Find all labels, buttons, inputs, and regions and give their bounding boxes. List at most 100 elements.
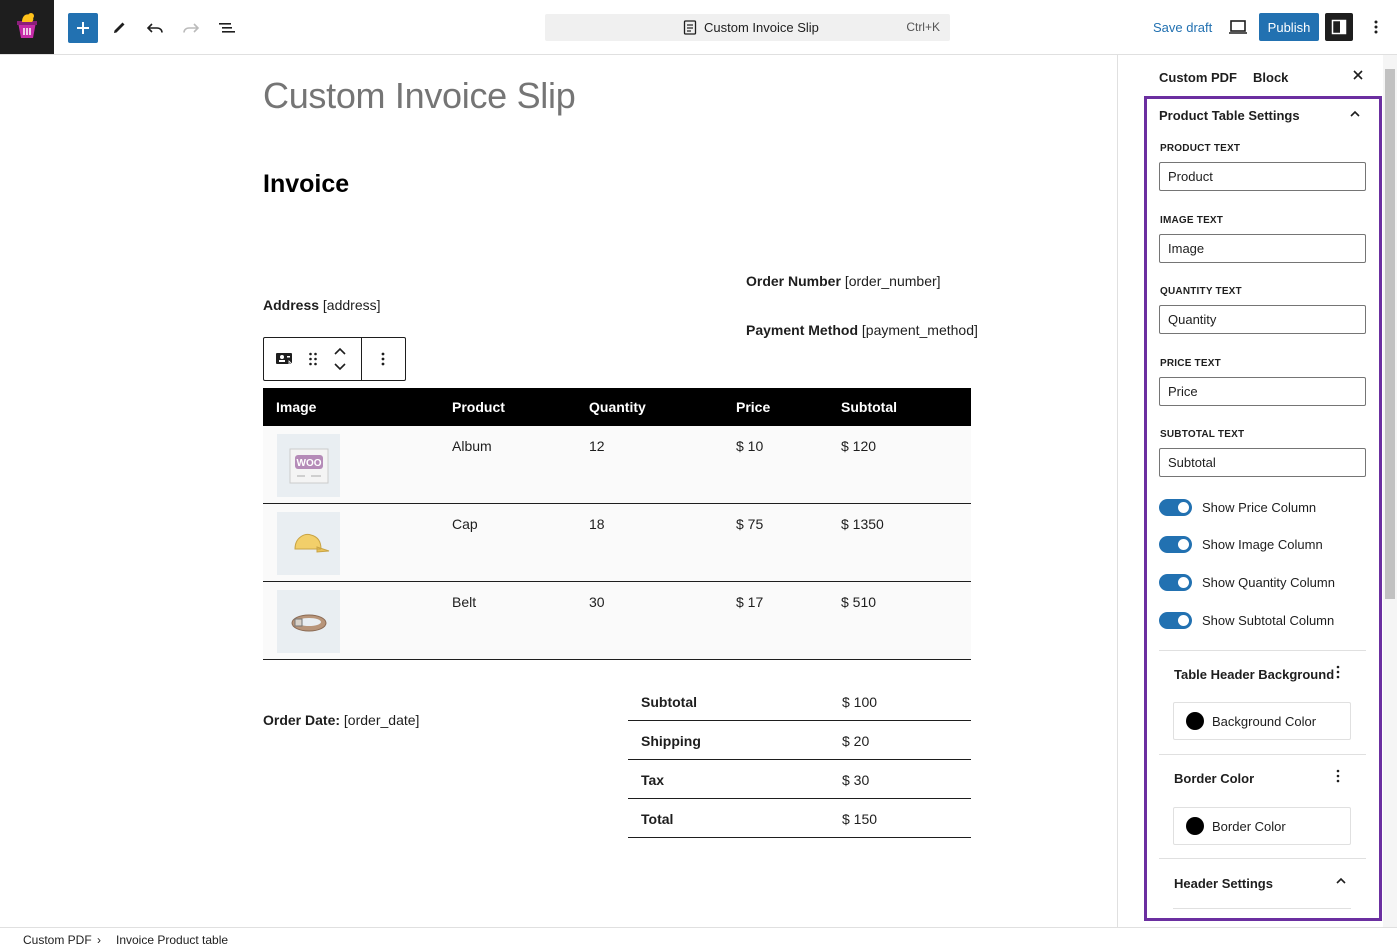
table-header-background-options[interactable] <box>1336 664 1346 682</box>
block-toolbar <box>263 337 406 381</box>
toggle-show-subtotal-column[interactable]: Show Subtotal Column <box>1159 611 1334 629</box>
chevron-up-icon <box>1336 877 1346 884</box>
panel-title[interactable]: Product Table Settings <box>1159 108 1300 123</box>
toggle-switch[interactable] <box>1159 611 1192 629</box>
table-row: Belt 30 $ 17 $ 510 <box>263 582 971 660</box>
product-text-label: PRODUCT TEXT <box>1160 143 1241 154</box>
vertical-ellipsis-icon <box>1336 665 1340 679</box>
image-text-input[interactable] <box>1159 234 1366 263</box>
document-icon <box>683 20 697 35</box>
document-overview-button[interactable] <box>212 13 242 43</box>
undo-button[interactable] <box>140 13 170 43</box>
site-logo-icon[interactable] <box>0 0 54 54</box>
product-text-input[interactable] <box>1159 162 1366 191</box>
section-divider <box>1173 908 1351 909</box>
drag-handle[interactable] <box>305 349 321 369</box>
preview-button[interactable] <box>1227 16 1249 38</box>
cap-thumbnail-icon <box>277 512 340 575</box>
totals-row: Total $ 150 <box>628 799 971 838</box>
redo-button[interactable] <box>176 13 206 43</box>
toggle-show-image-column[interactable]: Show Image Column <box>1159 535 1323 553</box>
section-divider <box>1159 650 1366 651</box>
publish-button[interactable]: Publish <box>1259 13 1319 41</box>
document-title: Custom Invoice Slip <box>704 20 819 35</box>
table-block-icon <box>276 353 293 365</box>
totals-row: Subtotal $ 100 <box>628 682 971 721</box>
address-line[interactable]: Address [address] <box>263 297 381 313</box>
image-text-label: IMAGE TEXT <box>1160 215 1224 226</box>
subtotal-text-label: SUBTOTAL TEXT <box>1160 429 1245 440</box>
add-block-button[interactable] <box>68 13 98 43</box>
address-value: [address] <box>322 297 381 313</box>
breadcrumb-separator-icon: › <box>97 933 101 947</box>
shortcut-hint: Ctrl+K <box>906 20 940 34</box>
totals-value: $ 20 <box>842 733 870 749</box>
totals-value: $ 100 <box>842 694 878 710</box>
toggle-switch[interactable] <box>1159 498 1192 516</box>
toggle-show-quantity-column[interactable]: Show Quantity Column <box>1159 573 1335 591</box>
block-options-button[interactable] <box>372 349 394 369</box>
edit-tool-button[interactable] <box>104 13 134 43</box>
sidebar-scrollbar[interactable] <box>1383 55 1397 927</box>
breadcrumb-invoice-product-table[interactable]: Invoice Product table <box>116 933 228 947</box>
page-title[interactable]: Custom Invoice Slip <box>263 75 576 117</box>
header-quantity: Quantity <box>589 399 646 415</box>
row-product: Cap <box>452 516 478 532</box>
border-color-button[interactable]: Border Color <box>1173 807 1351 845</box>
header-subtotal: Subtotal <box>841 399 897 415</box>
move-up-button[interactable] <box>332 344 348 358</box>
header-settings-toggle[interactable] <box>1334 874 1348 888</box>
totals-value: $ 150 <box>842 811 878 827</box>
tab-block[interactable]: Block <box>1253 70 1288 85</box>
background-color-button[interactable]: Background Color <box>1173 702 1351 740</box>
woo-album-thumbnail-icon: WOO <box>277 434 340 497</box>
toggle-switch[interactable] <box>1159 535 1192 553</box>
totals-label: Tax <box>641 772 665 788</box>
payment-method-value: [payment_method] <box>861 322 978 338</box>
move-down-button[interactable] <box>332 360 348 374</box>
chevron-down-icon <box>334 363 346 371</box>
price-text-input[interactable] <box>1159 377 1366 406</box>
collapse-panel-button[interactable] <box>1348 107 1362 121</box>
settings-toggle-button[interactable] <box>1325 13 1353 41</box>
undo-icon <box>146 23 163 33</box>
toggle-show-price-column[interactable]: Show Price Column <box>1159 498 1316 516</box>
tab-custom-pdf[interactable]: Custom PDF <box>1159 70 1237 85</box>
invoice-heading[interactable]: Invoice <box>263 170 349 199</box>
drag-handle-icon <box>309 352 317 366</box>
row-quantity: 18 <box>589 516 605 532</box>
border-color-options[interactable] <box>1336 768 1346 786</box>
editor-header: Custom Invoice Slip Ctrl+K Save draft Pu… <box>0 0 1397 55</box>
header-image: Image <box>276 399 317 415</box>
chevron-up-icon <box>334 347 346 355</box>
color-swatch <box>1186 817 1204 835</box>
close-sidebar-button[interactable] <box>1351 68 1367 84</box>
command-palette-bar[interactable]: Custom Invoice Slip Ctrl+K <box>545 14 950 41</box>
header-settings-title[interactable]: Header Settings <box>1174 876 1273 891</box>
close-icon <box>1353 70 1363 80</box>
order-date-line[interactable]: Order Date: [order_date] <box>263 712 419 728</box>
order-number-line[interactable]: Order Number [order_number] <box>746 273 941 289</box>
save-draft-button[interactable]: Save draft <box>1153 20 1212 35</box>
more-options-button[interactable] <box>1367 16 1385 38</box>
order-date-value: [order_date] <box>343 712 420 728</box>
belt-thumbnail-icon <box>277 590 340 653</box>
block-type-button[interactable] <box>274 349 296 369</box>
row-subtotal: $ 1350 <box>841 516 884 532</box>
totals-table[interactable]: Subtotal $ 100 Shipping $ 20 Tax $ 30 To… <box>628 682 971 838</box>
vertical-ellipsis-icon <box>1374 20 1378 34</box>
toggle-switch[interactable] <box>1159 573 1192 591</box>
sidebar-scrollbar-thumb[interactable] <box>1385 69 1395 599</box>
chevron-up-icon <box>1350 110 1360 117</box>
product-table[interactable]: Image Product Quantity Price Subtotal WO… <box>263 388 971 660</box>
vertical-ellipsis-icon <box>381 352 385 366</box>
block-breadcrumb-bar: Custom PDF › Invoice Product table <box>0 927 1397 950</box>
breadcrumb-custom-pdf[interactable]: Custom PDF <box>23 933 92 947</box>
payment-method-line[interactable]: Payment Method [payment_method] <box>746 322 978 338</box>
order-date-label: Order Date: <box>263 712 341 728</box>
quantity-text-input[interactable] <box>1159 305 1366 334</box>
totals-row: Shipping $ 20 <box>628 721 971 760</box>
subtotal-text-input[interactable] <box>1159 448 1366 477</box>
background-color-label: Background Color <box>1212 713 1317 729</box>
totals-row: Tax $ 30 <box>628 760 971 799</box>
